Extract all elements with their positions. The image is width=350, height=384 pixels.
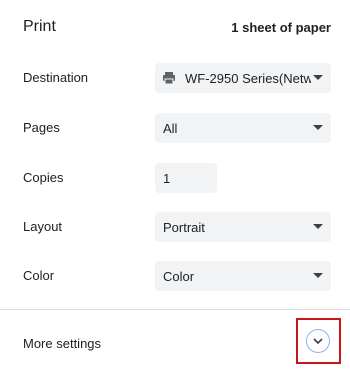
- pages-value: All: [163, 121, 178, 136]
- copies-label: Copies: [23, 170, 64, 185]
- dropdown-arrow-icon: [313, 125, 323, 130]
- dropdown-arrow-icon: [313, 273, 323, 278]
- layout-label: Layout: [23, 219, 63, 234]
- chevron-down-icon: [313, 338, 323, 345]
- pages-label: Pages: [23, 120, 60, 135]
- layout-select[interactable]: Portrait: [155, 212, 331, 242]
- dropdown-arrow-icon: [313, 224, 323, 229]
- print-header: Print 1 sheet of paper: [0, 0, 350, 56]
- more-settings-expand-button[interactable]: [306, 329, 330, 353]
- destination-select[interactable]: WF-2950 Series(Network): [155, 63, 331, 93]
- sheet-count: 1 sheet of paper: [231, 20, 331, 35]
- color-row: Color Color: [0, 261, 350, 291]
- printer-icon: [162, 71, 176, 85]
- destination-value: WF-2950 Series(Network): [185, 71, 311, 86]
- destination-row: Destination WF-2950 Series(Network): [0, 63, 350, 93]
- dropdown-arrow-icon: [313, 75, 323, 80]
- layout-row: Layout Portrait: [0, 212, 350, 242]
- layout-value: Portrait: [163, 220, 205, 235]
- copies-input[interactable]: [155, 163, 217, 193]
- color-select[interactable]: Color: [155, 261, 331, 291]
- more-settings-label[interactable]: More settings: [23, 336, 101, 351]
- pages-row: Pages All: [0, 113, 350, 143]
- color-label: Color: [23, 268, 55, 283]
- copies-row: Copies: [0, 163, 350, 193]
- destination-label: Destination: [23, 70, 89, 85]
- pages-select[interactable]: All: [155, 113, 331, 143]
- divider: [0, 309, 350, 310]
- page-title: Print: [23, 18, 56, 35]
- color-value: Color: [163, 269, 195, 284]
